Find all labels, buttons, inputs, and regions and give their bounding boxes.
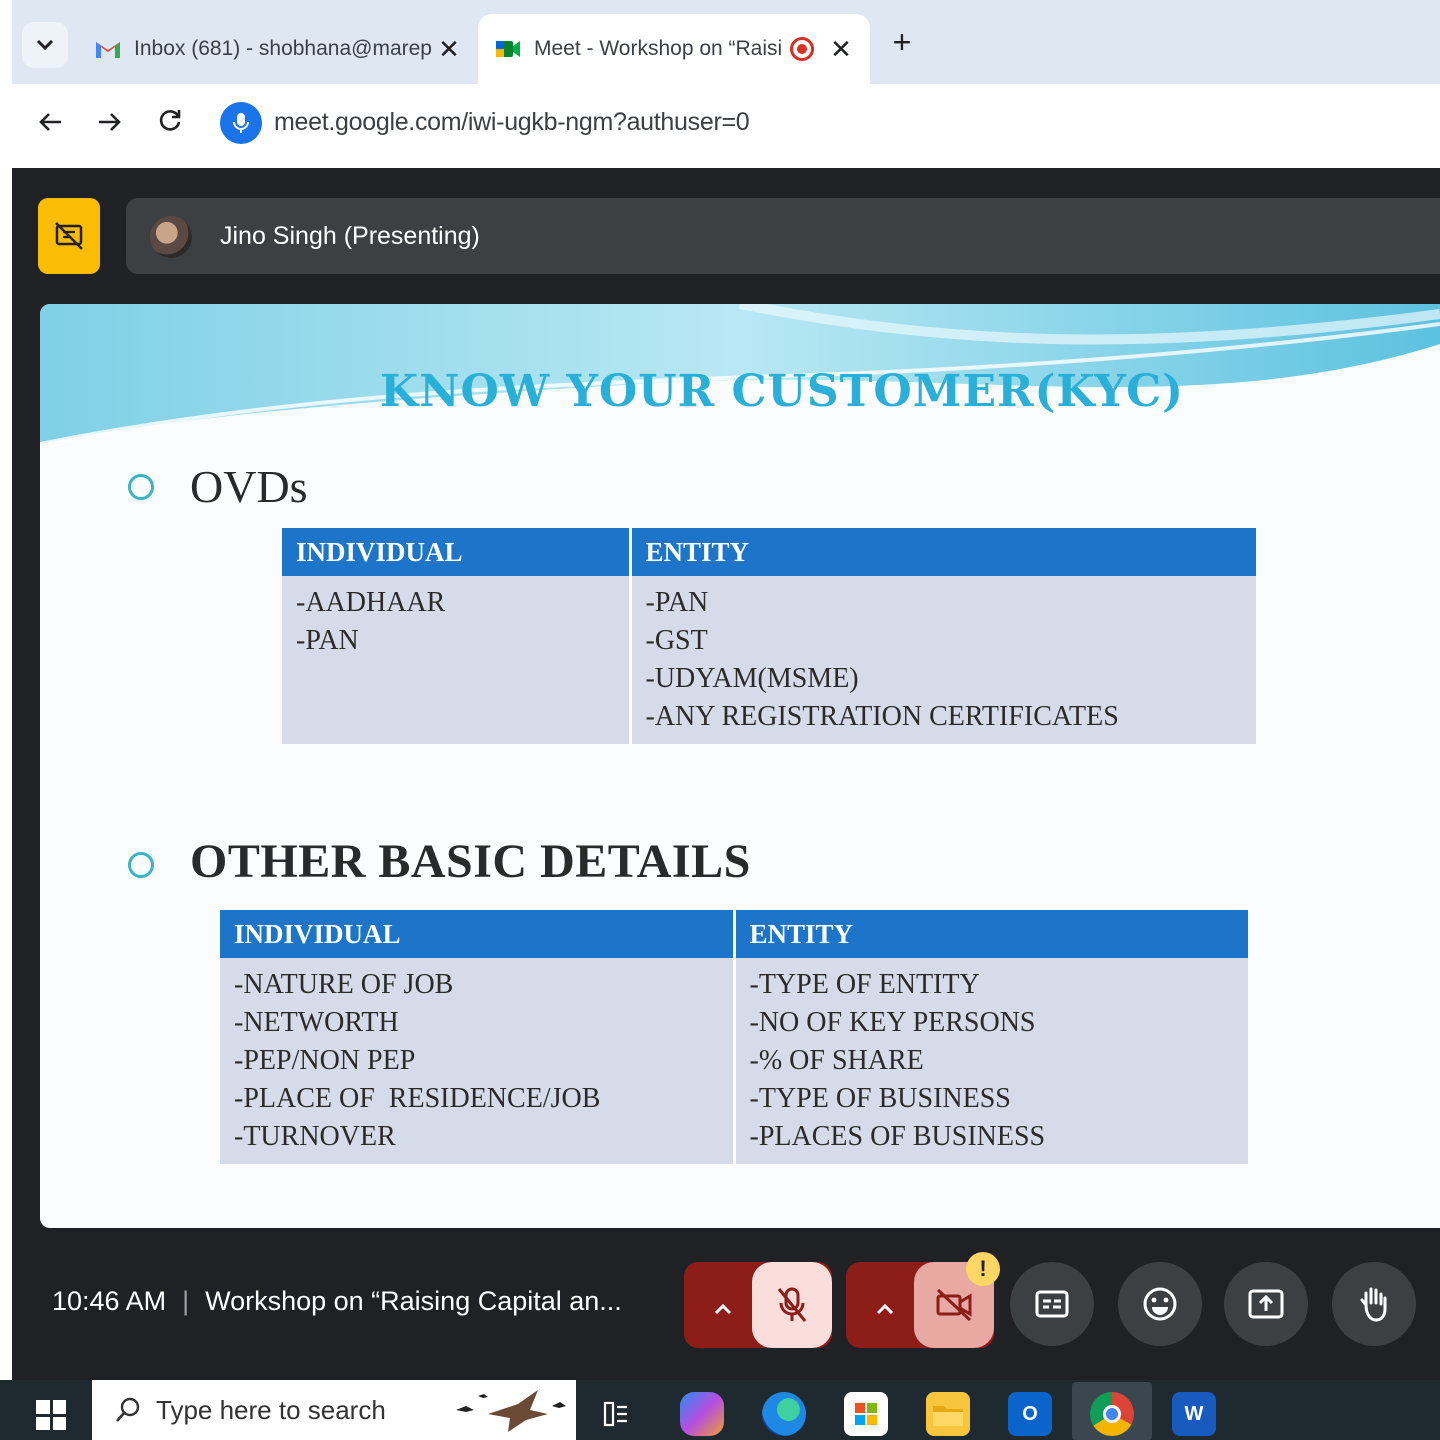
google-meet-icon bbox=[496, 41, 520, 57]
list-item: -PLACES OF BUSINESS bbox=[749, 1121, 1046, 1152]
chevron-up-icon bbox=[876, 1303, 894, 1315]
windows-start-icon[interactable] bbox=[36, 1400, 66, 1430]
list-item: -PLACE OF RESIDENCE/JOB bbox=[234, 1083, 601, 1114]
search-highlight-birds-icon bbox=[456, 1390, 566, 1432]
list-item: -NETWORTH bbox=[234, 1007, 399, 1038]
entity-cell: -PAN -GST -UDYAM(MSME) -ANY REGISTRATION… bbox=[630, 576, 1256, 744]
raise-hand-button[interactable] bbox=[1332, 1262, 1416, 1346]
presentation-slide: KNOW YOUR CUSTOMER(KYC) OVDs INDIVIDUAL … bbox=[40, 304, 1440, 1228]
store-icon[interactable] bbox=[844, 1392, 888, 1436]
list-item: -TURNOVER bbox=[234, 1121, 396, 1152]
list-item: -GST bbox=[645, 625, 708, 656]
microphone-icon bbox=[233, 113, 249, 133]
table-row: -NATURE OF JOB -NETWORTH -PEP/NON PEP -P… bbox=[220, 958, 1248, 1164]
table-row: -AADHAAR -PAN -PAN -GST -UDYAM(MSME) -AN… bbox=[282, 576, 1256, 744]
section-heading-ovds: OVDs bbox=[190, 461, 308, 512]
presenter-avatar bbox=[150, 216, 192, 258]
column-header-individual: INDIVIDUAL bbox=[282, 528, 632, 576]
search-placeholder: Type here to search bbox=[156, 1394, 386, 1425]
presentation-off-icon bbox=[55, 222, 83, 250]
unmute-button[interactable] bbox=[752, 1262, 832, 1348]
column-header-entity: ENTITY bbox=[734, 910, 1248, 958]
reactions-button[interactable] bbox=[1118, 1262, 1202, 1346]
microphone-off-icon bbox=[777, 1287, 807, 1322]
present-screen-icon bbox=[1248, 1289, 1284, 1319]
separator: | bbox=[182, 1286, 190, 1316]
tab-title: Meet - Workshop on “Raisin bbox=[534, 37, 782, 60]
stop-presentation-button[interactable] bbox=[38, 198, 100, 274]
meeting-time: 10:46 AM bbox=[52, 1286, 167, 1316]
captions-button[interactable] bbox=[1010, 1262, 1094, 1346]
edge-icon[interactable] bbox=[762, 1392, 806, 1436]
chevron-down-icon bbox=[36, 39, 54, 51]
other-details-table: INDIVIDUAL ENTITY -NATURE OF JOB -NETWOR… bbox=[220, 910, 1248, 1164]
forward-button[interactable] bbox=[90, 102, 130, 146]
search-icon bbox=[116, 1397, 140, 1422]
closed-captions-icon bbox=[1035, 1290, 1069, 1318]
camera-off-icon bbox=[936, 1288, 972, 1322]
audio-options-button[interactable] bbox=[708, 1290, 738, 1322]
list-item: -TYPE OF ENTITY bbox=[749, 969, 980, 1000]
list-item: -NATURE OF JOB bbox=[234, 969, 454, 1000]
individual-cell: -AADHAAR -PAN bbox=[282, 576, 632, 744]
column-header-entity: ENTITY bbox=[630, 528, 1256, 576]
reload-button[interactable] bbox=[150, 102, 190, 146]
recording-icon bbox=[790, 37, 814, 61]
forward-arrow-icon bbox=[99, 113, 121, 131]
list-item: -NO OF KEY PERSONS bbox=[749, 1007, 1036, 1038]
file-explorer-icon[interactable] bbox=[926, 1392, 970, 1436]
emoji-icon bbox=[1143, 1287, 1177, 1321]
list-item: -ANY REGISTRATION CERTIFICATES bbox=[645, 701, 1119, 732]
outlook-icon[interactable]: O bbox=[1008, 1392, 1052, 1436]
video-options-button[interactable] bbox=[870, 1290, 900, 1322]
ovds-table: INDIVIDUAL ENTITY -AADHAAR -PAN -PAN -GS… bbox=[282, 528, 1256, 744]
chrome-icon[interactable] bbox=[1090, 1392, 1134, 1436]
list-item: -TYPE OF BUSINESS bbox=[749, 1083, 1011, 1114]
meeting-title: Workshop on “Raising Capital an... bbox=[205, 1286, 622, 1316]
tab-close-button[interactable]: ✕ bbox=[826, 34, 856, 65]
tab-gmail-inbox[interactable]: Inbox (681) - shobhana@marep ✕ bbox=[80, 14, 478, 84]
back-arrow-icon bbox=[39, 113, 61, 131]
slide-title: KNOW YOUR CUSTOMER(KYC) bbox=[380, 366, 1184, 417]
tab-google-meet[interactable]: Meet - Workshop on “Raisin ✕ bbox=[478, 14, 870, 84]
gmail-icon bbox=[96, 42, 120, 58]
list-item: -% OF SHARE bbox=[749, 1045, 924, 1076]
chrome-center bbox=[1103, 1405, 1121, 1423]
raise-hand-icon bbox=[1360, 1287, 1387, 1322]
section-heading-other-basic-details: OTHER BASIC DETAILS bbox=[190, 835, 751, 888]
bullet-ring-icon bbox=[128, 474, 154, 500]
chevron-up-icon bbox=[714, 1303, 732, 1315]
camera-warning-badge: ! bbox=[966, 1252, 1000, 1286]
copilot-icon[interactable] bbox=[680, 1392, 724, 1436]
site-info-button[interactable] bbox=[220, 102, 262, 144]
present-now-button[interactable] bbox=[1224, 1262, 1308, 1346]
list-item: -UDYAM(MSME) bbox=[645, 663, 859, 694]
reload-icon bbox=[159, 110, 181, 131]
column-header-individual: INDIVIDUAL bbox=[220, 910, 736, 958]
list-item: -PEP/NON PEP bbox=[234, 1045, 416, 1076]
list-item: -PAN bbox=[645, 587, 709, 618]
list-item: -AADHAAR bbox=[296, 587, 446, 618]
task-view-icon[interactable] bbox=[594, 1392, 638, 1436]
tab-title: Inbox (681) - shobhana@marep bbox=[134, 37, 432, 60]
word-icon[interactable]: W bbox=[1172, 1392, 1216, 1436]
presenter-name: Jino Singh (Presenting) bbox=[220, 222, 480, 250]
tab-close-button[interactable]: ✕ bbox=[434, 34, 464, 65]
tab-search-button[interactable] bbox=[22, 22, 68, 68]
url-text[interactable]: meet.google.com/iwi-ugkb-ngm?authuser=0 bbox=[274, 108, 750, 137]
task-view-glyph bbox=[603, 1401, 627, 1427]
back-button[interactable] bbox=[30, 102, 70, 146]
new-tab-button[interactable]: + bbox=[884, 22, 920, 62]
entity-cell: -TYPE OF ENTITY -NO OF KEY PERSONS -% OF… bbox=[734, 958, 1248, 1164]
bullet-ring-icon bbox=[128, 852, 154, 878]
individual-cell: -NATURE OF JOB -NETWORTH -PEP/NON PEP -P… bbox=[220, 958, 736, 1164]
meeting-info: 10:46 AM | Workshop on “Raising Capital … bbox=[52, 1286, 622, 1317]
list-item: -PAN bbox=[296, 625, 359, 656]
store-glyph bbox=[855, 1403, 877, 1425]
folder-glyph bbox=[933, 1406, 963, 1426]
